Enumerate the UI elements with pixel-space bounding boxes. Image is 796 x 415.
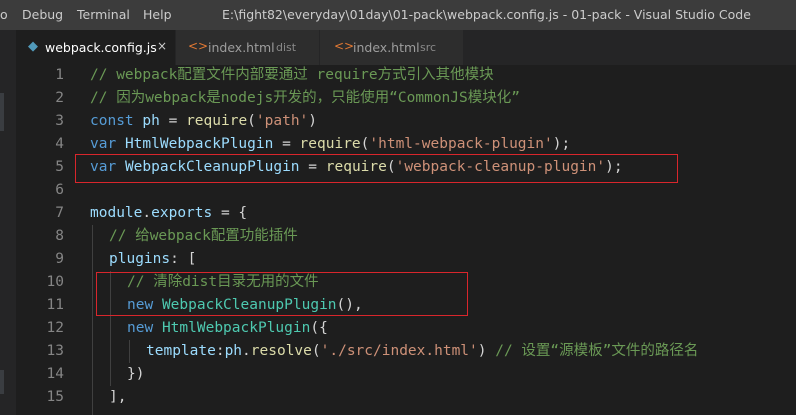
tab-label: webpack.config.js — [45, 40, 157, 55]
code-line-3: const ph = require('path') — [90, 113, 318, 129]
menu-item-partial[interactable]: o — [0, 7, 8, 22]
indent-guide — [129, 340, 130, 363]
highlight-box-lines-10-11 — [96, 272, 468, 316]
code-line-2: // 因为webpack是nodejs开发的，只能使用“CommonJS模块化” — [90, 90, 520, 106]
tab-description: dist — [276, 41, 297, 54]
line-number: 5 — [55, 159, 64, 175]
js-file-icon: ◆ — [28, 39, 38, 54]
line-number: 7 — [55, 205, 64, 221]
tab-index-html-dist[interactable]: <> index.html dist — [176, 30, 320, 65]
code-line-8: // 给webpack配置功能插件 — [109, 228, 298, 244]
code-line-13: template:ph.resolve('./src/index.html') … — [146, 343, 699, 359]
line-number: 14 — [46, 366, 64, 382]
tab-label: index.html — [353, 40, 420, 55]
menu-item-help[interactable]: Help — [143, 7, 172, 22]
code-line-1: // webpack配置文件内部要通过 require方式引入其他模块 — [90, 67, 494, 83]
code-line-7: module.exports = { — [90, 205, 248, 221]
line-number: 6 — [55, 182, 64, 198]
html-file-icon: <> — [334, 39, 355, 53]
scroll-marker — [0, 370, 4, 394]
menu-item-terminal[interactable]: Terminal — [77, 7, 130, 22]
line-number: 1 — [55, 67, 64, 83]
code-editor[interactable]: // webpack配置文件内部要通过 require方式引入其他模块 // 因… — [90, 65, 796, 415]
code-line-9: plugins: [ — [109, 251, 197, 267]
line-number: 13 — [46, 343, 64, 359]
code-line-15: ], — [109, 389, 127, 405]
editor-tab-bar: ◆ webpack.config.js × <> index.html dist… — [0, 30, 796, 65]
title-bar: o Debug Terminal Help E:\fight82\everyda… — [0, 0, 796, 30]
line-number: 15 — [46, 389, 64, 405]
close-icon[interactable]: × — [157, 39, 167, 53]
code-line-4: var HtmlWebpackPlugin = require('html-we… — [90, 136, 571, 152]
line-number-gutter: 1 2 3 4 5 6 7 8 9 10 11 12 13 14 15 — [16, 65, 72, 415]
tab-index-html-src[interactable]: <> index.html src — [320, 30, 464, 65]
tab-description: src — [420, 41, 437, 54]
line-number: 11 — [46, 297, 64, 313]
indent-guide — [92, 225, 93, 415]
menu-item-debug[interactable]: Debug — [22, 7, 63, 22]
code-line-14: }) — [127, 366, 145, 382]
line-number: 4 — [55, 136, 64, 152]
tab-webpack-config[interactable]: ◆ webpack.config.js × — [16, 30, 176, 65]
html-file-icon: <> — [188, 39, 209, 53]
line-number: 2 — [55, 90, 64, 106]
scroll-marker — [0, 93, 4, 131]
line-number: 12 — [46, 320, 64, 336]
tab-label: index.html — [208, 40, 275, 55]
line-number: 3 — [55, 113, 64, 129]
code-line-12: new HtmlWebpackPlugin({ — [127, 320, 328, 336]
line-number: 8 — [55, 228, 64, 244]
sidebar-edge — [0, 65, 16, 415]
line-number: 9 — [55, 251, 64, 267]
highlight-box-line-5 — [75, 154, 678, 183]
line-number: 10 — [46, 274, 64, 290]
window-title: E:\fight82\everyday\01day\01-pack\webpac… — [222, 7, 751, 22]
